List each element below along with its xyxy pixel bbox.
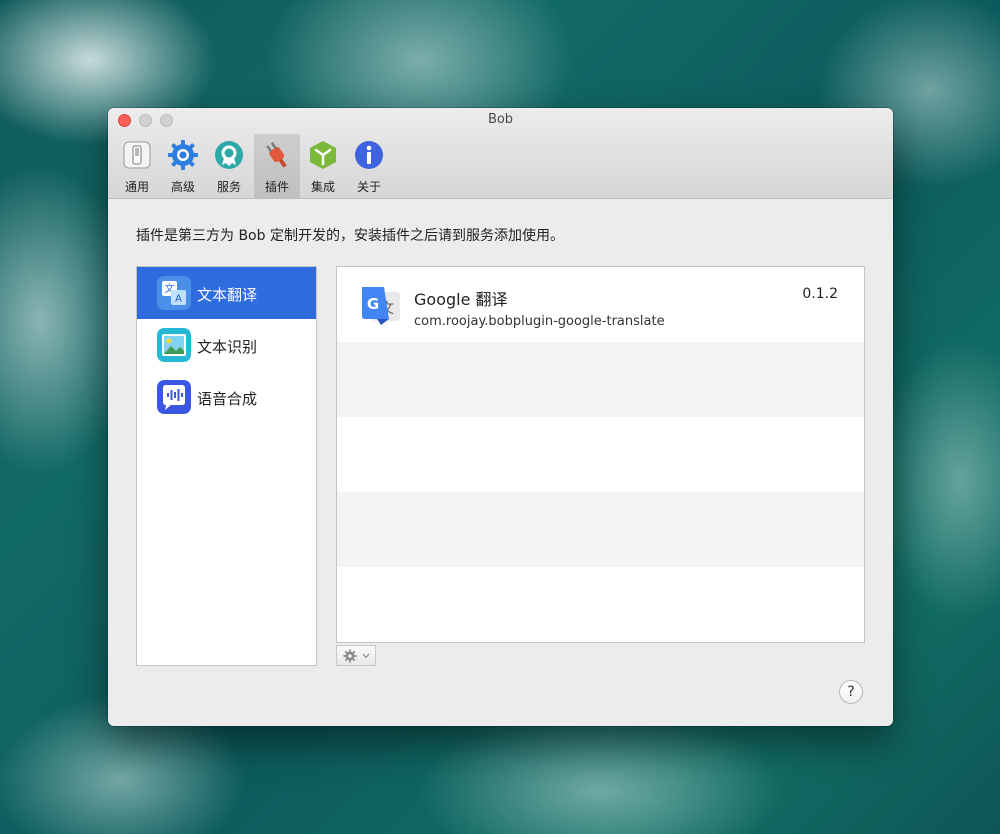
cube-icon [310,141,336,169]
category-speech-synthesis[interactable]: 语音合成 [137,371,316,423]
toolbar-label: 集成 [310,180,335,194]
plugins-description: 插件是第三方为 Bob 定制开发的，安装插件之后请到服务添加使用。 [136,228,564,244]
toolbar-integration[interactable]: 集成 [300,134,346,198]
category-label: 文本翻译 [197,286,258,304]
plugin-version: 0.1.2 [802,286,838,302]
gear-icon [343,649,357,663]
badge-icon [215,141,243,169]
image-recognition-icon [157,328,191,362]
svg-text:A: A [175,294,182,305]
category-label: 语音合成 [197,390,258,408]
empty-row [337,342,864,417]
category-text-recognition[interactable]: 文本识别 [137,319,316,371]
titlebar: Bob 通用 高级 服务 插件 集成 关于 [108,108,893,199]
switch-icon [123,141,151,169]
toolbar-label: 高级 [170,180,195,194]
translate-icon: 文 A [157,276,191,310]
google-translate-icon: 文 G [362,287,400,325]
svg-text:G: G [367,295,379,313]
toolbar-advanced[interactable]: 高级 [160,134,206,198]
plug-icon [266,142,287,168]
window-title: Bob [487,112,514,127]
toolbar-about[interactable]: 关于 [346,134,392,198]
plugin-category-list: 文 A 文本翻译 文本识别 语音合成 [136,266,317,666]
toolbar-label: 插件 [264,180,289,194]
empty-row [337,492,864,567]
plugin-identifier: com.roojay.bobplugin-google-translate [414,314,665,329]
empty-row [337,417,864,492]
empty-row [337,567,864,642]
help-button[interactable]: ? [839,680,863,704]
speech-icon [157,380,191,414]
toolbar-label: 关于 [356,180,381,194]
toolbar-services[interactable]: 服务 [206,134,252,198]
category-label: 文本识别 [197,338,258,356]
toolbar-label: 通用 [124,180,149,194]
toolbar-label: 服务 [216,180,241,194]
info-icon [355,141,383,169]
category-text-translate[interactable]: 文 A 文本翻译 [137,267,316,319]
gear-icon [168,140,198,170]
toolbar-general[interactable]: 通用 [114,134,160,198]
plugin-name: Google 翻译 [414,290,508,309]
plugin-actions-menu[interactable] [336,645,376,666]
preferences-window: Bob 通用 高级 服务 插件 集成 关于 插件是第三方为 Bob 定制开发的，… [108,108,893,726]
chevron-down-icon [362,653,370,659]
plugin-list: 文 G Google 翻译 com.roojay.bobplugin-googl… [336,266,865,643]
toolbar-plugins[interactable]: 插件 [254,134,300,198]
plugin-row[interactable]: 文 G Google 翻译 com.roojay.bobplugin-googl… [337,267,864,342]
